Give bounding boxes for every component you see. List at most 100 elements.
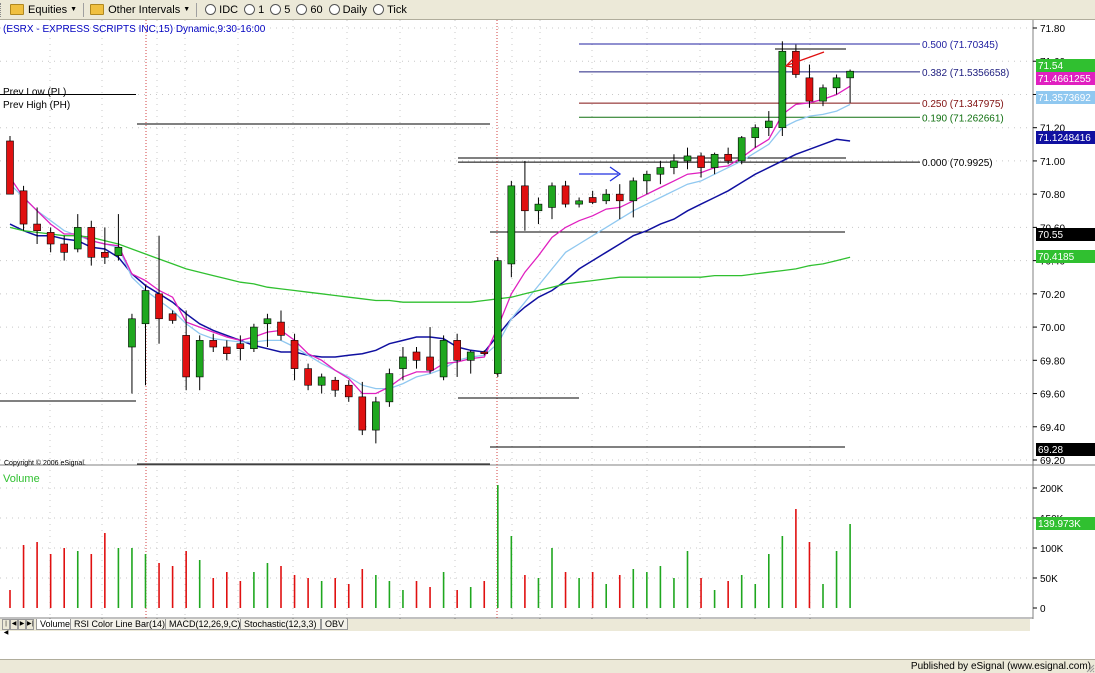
toolbar-other-intervals-button[interactable]: Other Intervals ▼: [88, 1, 192, 19]
fib-label: 0.000 (70.9925): [922, 158, 993, 169]
price-tick-label: 70.20: [1040, 290, 1065, 301]
candle-body: [277, 321, 285, 336]
candle-body: [521, 185, 529, 212]
interval-60-button[interactable]: 60: [292, 1, 324, 19]
tab-obv[interactable]: OBV: [321, 619, 349, 630]
candle-body: [209, 340, 218, 348]
candle-body: [507, 185, 516, 265]
candle-body: [372, 401, 380, 431]
chart-area[interactable]: 0.500 (71.70345) 0.382 (71.5356658) 0.250 …: [0, 20, 1095, 619]
candle-body: [46, 232, 55, 245]
prev-tab-button[interactable]: ◀: [10, 619, 18, 630]
candle-body: [250, 326, 258, 349]
candle-body: [493, 260, 502, 374]
volume-tick-label: 0: [1040, 604, 1046, 615]
candle-body: [819, 87, 827, 102]
interval-daily-button[interactable]: Daily: [325, 1, 369, 19]
chevron-down-icon: ▼: [183, 6, 191, 13]
candle-body: [643, 173, 651, 182]
candle-body: [101, 252, 109, 258]
resize-grip-icon[interactable]: [1085, 663, 1095, 673]
interval-icon: [373, 4, 385, 15]
candle-body: [399, 356, 407, 369]
candle-body: [223, 346, 231, 354]
candle-body: [737, 137, 746, 162]
fib-label: 0.500 (71.70345): [922, 40, 998, 51]
candle-body: [426, 356, 434, 371]
candle-body: [846, 70, 854, 79]
candle-body: [304, 368, 312, 386]
price-badge-label: 71.3573692: [1038, 93, 1091, 104]
candle-body: [128, 318, 136, 348]
candle-body: [751, 127, 760, 138]
price-badge-label: 70.55: [1038, 230, 1063, 241]
candle-body: [615, 193, 624, 202]
interval-1-label: 1: [258, 3, 265, 16]
study-tabs: |◀ ◀ ▶ ▶| Volume RSI Color Line Bar(14) …: [0, 619, 1030, 636]
chart-title: (ESRX - EXPRESS SCRIPTS INC,15) Dynamic,…: [3, 24, 266, 35]
price-badge-label: 70.4185: [1038, 252, 1075, 263]
candle-body: [778, 50, 787, 128]
interval-1-button[interactable]: 1: [240, 1, 266, 19]
status-bar: Published by eSignal (www.esignal.com): [0, 659, 1095, 673]
candle-body: [87, 227, 96, 258]
price-tick-label: 69.80: [1040, 356, 1065, 367]
price-tick-label: 70.00: [1040, 323, 1065, 334]
prev-low-label: Prev Low (PL): [3, 87, 66, 98]
candle-body: [588, 197, 597, 203]
candle-body: [670, 160, 678, 168]
candle-body: [155, 293, 163, 320]
candle-body: [141, 290, 150, 325]
volume-tick-label: 200K: [1040, 484, 1064, 495]
candle-body: [548, 185, 556, 208]
price-tick-label: 69.20: [1040, 456, 1065, 467]
toolbar-equities-label: Equities: [28, 3, 68, 16]
next-tab-button[interactable]: ▶: [18, 619, 26, 630]
price-tick-label: 70.80: [1040, 190, 1065, 201]
tab-stochastic[interactable]: Stochastic(12,3,3): [240, 619, 321, 630]
candle-body: [412, 351, 421, 361]
candle-body: [575, 200, 583, 205]
interval-idc-label: IDC: [219, 3, 239, 16]
tab-macd[interactable]: MACD(12,26,9,C): [165, 619, 245, 630]
candle-body: [764, 120, 773, 128]
interval-daily-label: Daily: [342, 3, 368, 16]
interval-icon: [270, 4, 282, 15]
price-tick-label: 69.60: [1040, 390, 1065, 401]
folder-icon: [90, 4, 105, 15]
fib-label: 0.382 (71.5356658): [922, 68, 1009, 79]
candle-body: [385, 373, 394, 403]
prev-high-label: Prev High (PH): [3, 100, 70, 111]
toolbar-separator: [83, 2, 85, 17]
interval-idc-button[interactable]: IDC: [201, 1, 240, 19]
tab-volume[interactable]: Volume: [36, 619, 75, 630]
candle-body: [344, 384, 353, 398]
candle-body: [73, 227, 82, 250]
price-badge-label: 71.4661255: [1038, 74, 1091, 85]
candle-body: [290, 340, 299, 369]
candle-body: [466, 351, 475, 361]
tab-rsi-color-line-bar[interactable]: RSI Color Line Bar(14): [70, 619, 170, 630]
fib-label: 0.250 (71.347975): [922, 99, 1004, 110]
volume-label: Volume: [3, 473, 40, 485]
candle-body: [805, 77, 814, 102]
candle-body: [195, 340, 204, 378]
candle-body: [534, 203, 543, 212]
interval-tick-label: Tick: [387, 3, 407, 16]
status-text: Published by eSignal (www.esignal.com): [910, 661, 1091, 672]
candle-body: [629, 180, 638, 202]
toolbar-equities-button[interactable]: Equities ▼: [8, 1, 79, 19]
first-tab-button[interactable]: |◀: [2, 619, 10, 636]
interval-icon: [296, 4, 308, 15]
interval-5-button[interactable]: 5: [266, 1, 292, 19]
candle-body: [683, 155, 692, 162]
candle-body: [724, 153, 732, 162]
interval-icon: [205, 4, 217, 15]
candle-body: [60, 243, 69, 253]
interval-60-label: 60: [310, 3, 323, 16]
candle-body: [439, 340, 448, 378]
last-tab-button[interactable]: ▶|: [26, 619, 34, 630]
candle-body: [697, 155, 705, 168]
interval-tick-button[interactable]: Tick: [369, 1, 409, 19]
candle-body: [710, 153, 719, 168]
